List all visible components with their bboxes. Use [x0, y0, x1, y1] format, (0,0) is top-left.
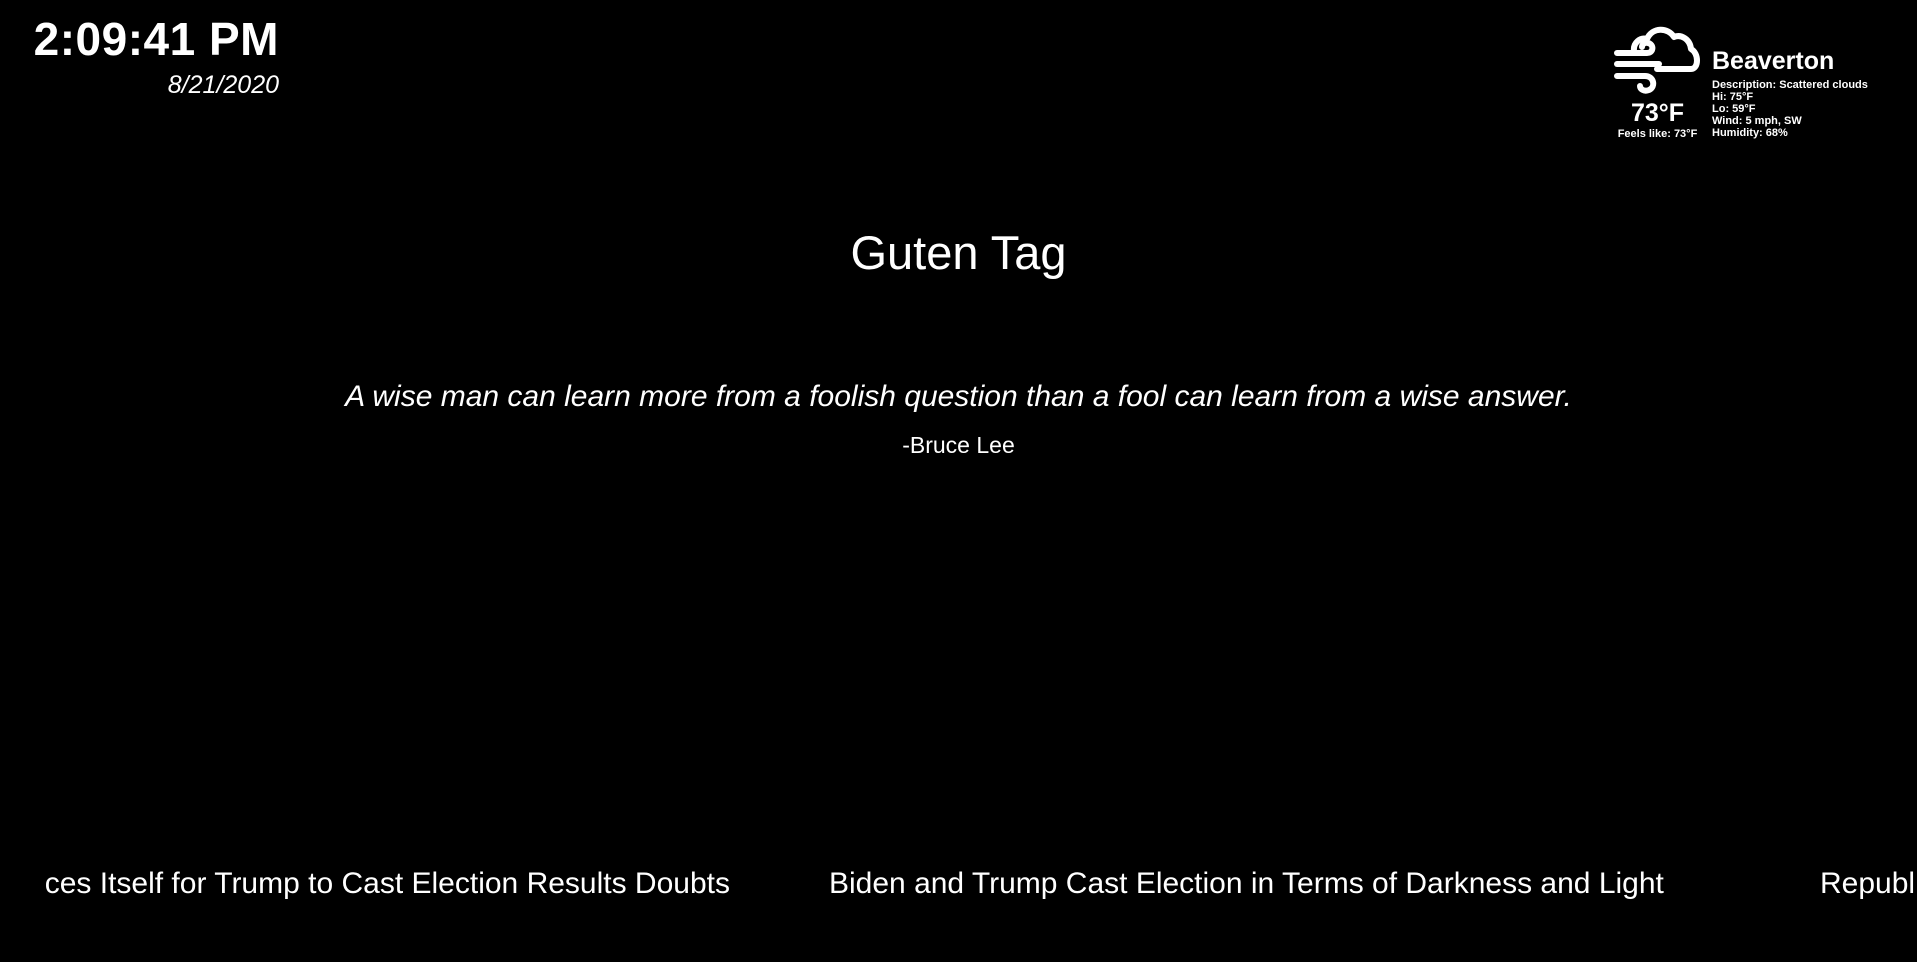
cloud-wind-icon — [1613, 26, 1700, 94]
weather-wind: Wind: 5 mph, SW — [1712, 115, 1802, 127]
weather-temperature: 73°F — [1630, 99, 1685, 127]
weather-summary: 73°F Feels like: 73°F — [1610, 26, 1705, 141]
news-ticker: ces Itself for Trump to Cast Election Re… — [0, 862, 1917, 906]
weather-hi: Hi: 75°F — [1712, 91, 1754, 103]
weather-description: Description: Scattered clouds — [1712, 79, 1868, 91]
weather-lo: Lo: 59°F — [1712, 103, 1756, 115]
clock-date: 8/21/2020 — [167, 71, 279, 99]
quote-author: -Bruce Lee — [902, 432, 1015, 458]
quote-text: A wise man can learn more from a foolish… — [345, 380, 1572, 413]
news-headline[interactable]: Republ — [1820, 862, 1915, 906]
weather-widget: 73°F Feels like: 73°F Beaverton Descript… — [1610, 26, 1900, 151]
clock-time: 2:09:41 PM — [33, 13, 279, 65]
weather-feels-like: Feels like: 73°F — [1617, 128, 1698, 140]
clock-widget: 2:09:41 PM 8/21/2020 — [27, 12, 279, 100]
greeting-text: Guten Tag — [850, 226, 1067, 279]
news-headline[interactable]: ces Itself for Trump to Cast Election Re… — [45, 862, 730, 906]
weather-city: Beaverton — [1712, 47, 1835, 75]
weather-details: Description: Scattered clouds Hi: 75°F L… — [1712, 79, 1902, 139]
weather-humidity: Humidity: 68% — [1712, 127, 1788, 139]
news-headline[interactable]: Biden and Trump Cast Election in Terms o… — [829, 862, 1664, 906]
weather-details-panel: Beaverton Description: Scattered clouds … — [1712, 46, 1902, 139]
smart-mirror-dashboard: 2:09:41 PM 8/21/2020 73°F Feels like: 73… — [0, 0, 1917, 962]
